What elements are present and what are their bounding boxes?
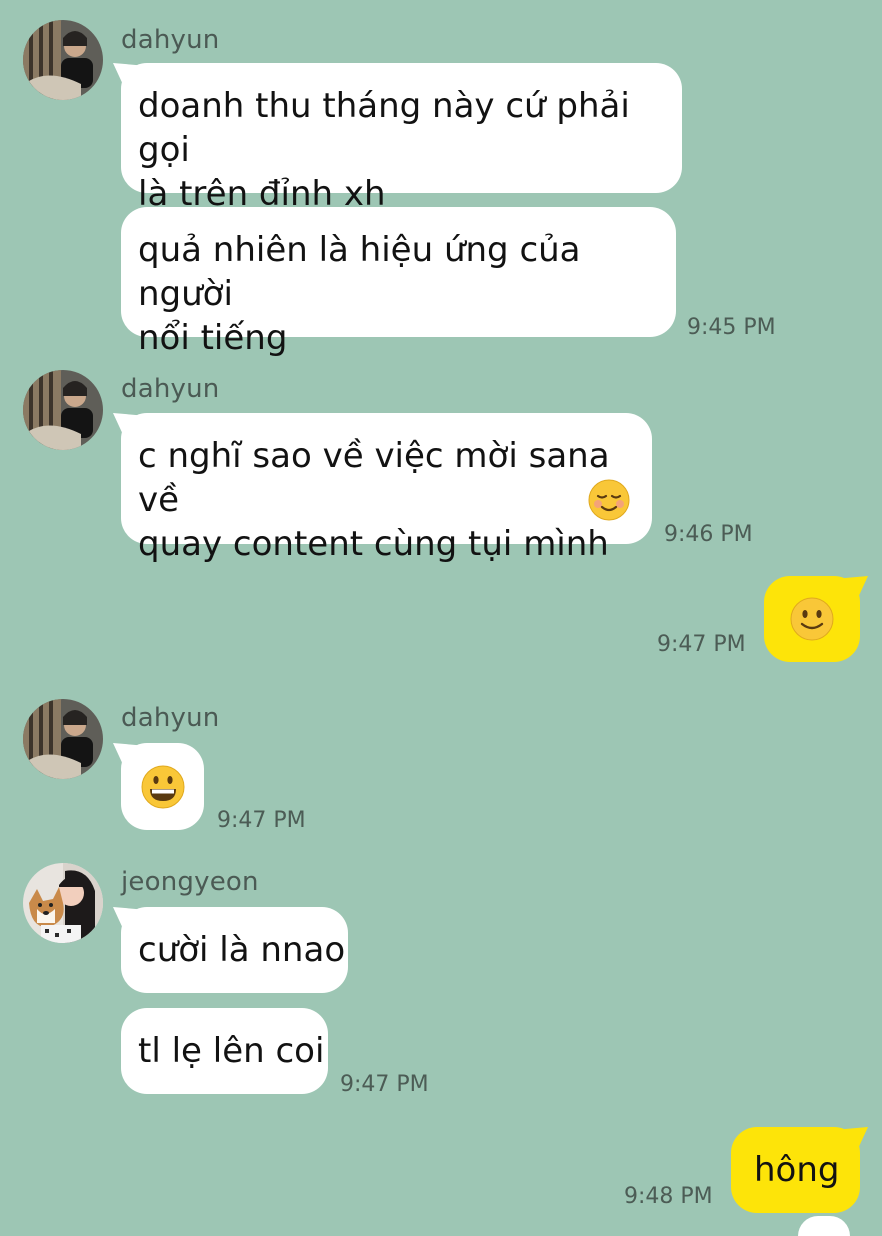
message-time: 9:47 PM — [217, 808, 306, 833]
avatar-photo — [23, 863, 103, 943]
message-bubble[interactable]: hông — [731, 1127, 860, 1213]
message-bubble[interactable]: cười là nnao — [121, 907, 348, 993]
avatar-jeongyeon[interactable] — [23, 863, 103, 943]
slight-smile-emoji — [790, 597, 834, 641]
avatar-dahyun[interactable] — [23, 699, 103, 779]
message-text: quả nhiên là hiệu ứng của người nổi tiến… — [138, 230, 581, 358]
message-text: tl lẹ lên coi — [138, 1031, 325, 1071]
message-text: cười là nnao — [138, 930, 346, 970]
sender-name: dahyun — [121, 374, 220, 404]
avatar-photo — [23, 20, 103, 100]
message-bubble[interactable]: c nghĩ sao về việc mời sana về quay cont… — [121, 413, 652, 564]
message-bubble[interactable] — [121, 743, 204, 830]
message-time: 9:46 PM — [664, 522, 753, 547]
message-time: 9:47 PM — [657, 632, 746, 657]
message-bubble[interactable] — [764, 576, 860, 662]
sender-name: jeongyeon — [121, 867, 259, 897]
relieved-smile-emoji — [588, 479, 630, 521]
avatar-dahyun[interactable] — [23, 370, 103, 450]
message-time: 9:47 PM — [340, 1072, 429, 1097]
message-text: doanh thu tháng này cứ phải gọi là trên … — [138, 86, 630, 214]
message-text: hông — [754, 1150, 840, 1190]
message-text: c nghĩ sao về việc mời sana về quay cont… — [138, 436, 610, 564]
avatar-dahyun[interactable] — [23, 20, 103, 100]
sender-name: dahyun — [121, 703, 220, 733]
message-bubble[interactable]: quả nhiên là hiệu ứng của người nổi tiến… — [121, 207, 676, 358]
message-time: 9:45 PM — [687, 315, 776, 340]
grin-emoji — [141, 765, 185, 809]
next-message-peek — [798, 1216, 850, 1236]
message-bubble[interactable]: tl lẹ lên coi — [121, 1008, 328, 1094]
avatar-photo — [23, 370, 103, 450]
message-time: 9:48 PM — [624, 1184, 713, 1209]
avatar-photo — [23, 699, 103, 779]
sender-name: dahyun — [121, 25, 220, 55]
message-bubble[interactable]: doanh thu tháng này cứ phải gọi là trên … — [121, 63, 682, 214]
